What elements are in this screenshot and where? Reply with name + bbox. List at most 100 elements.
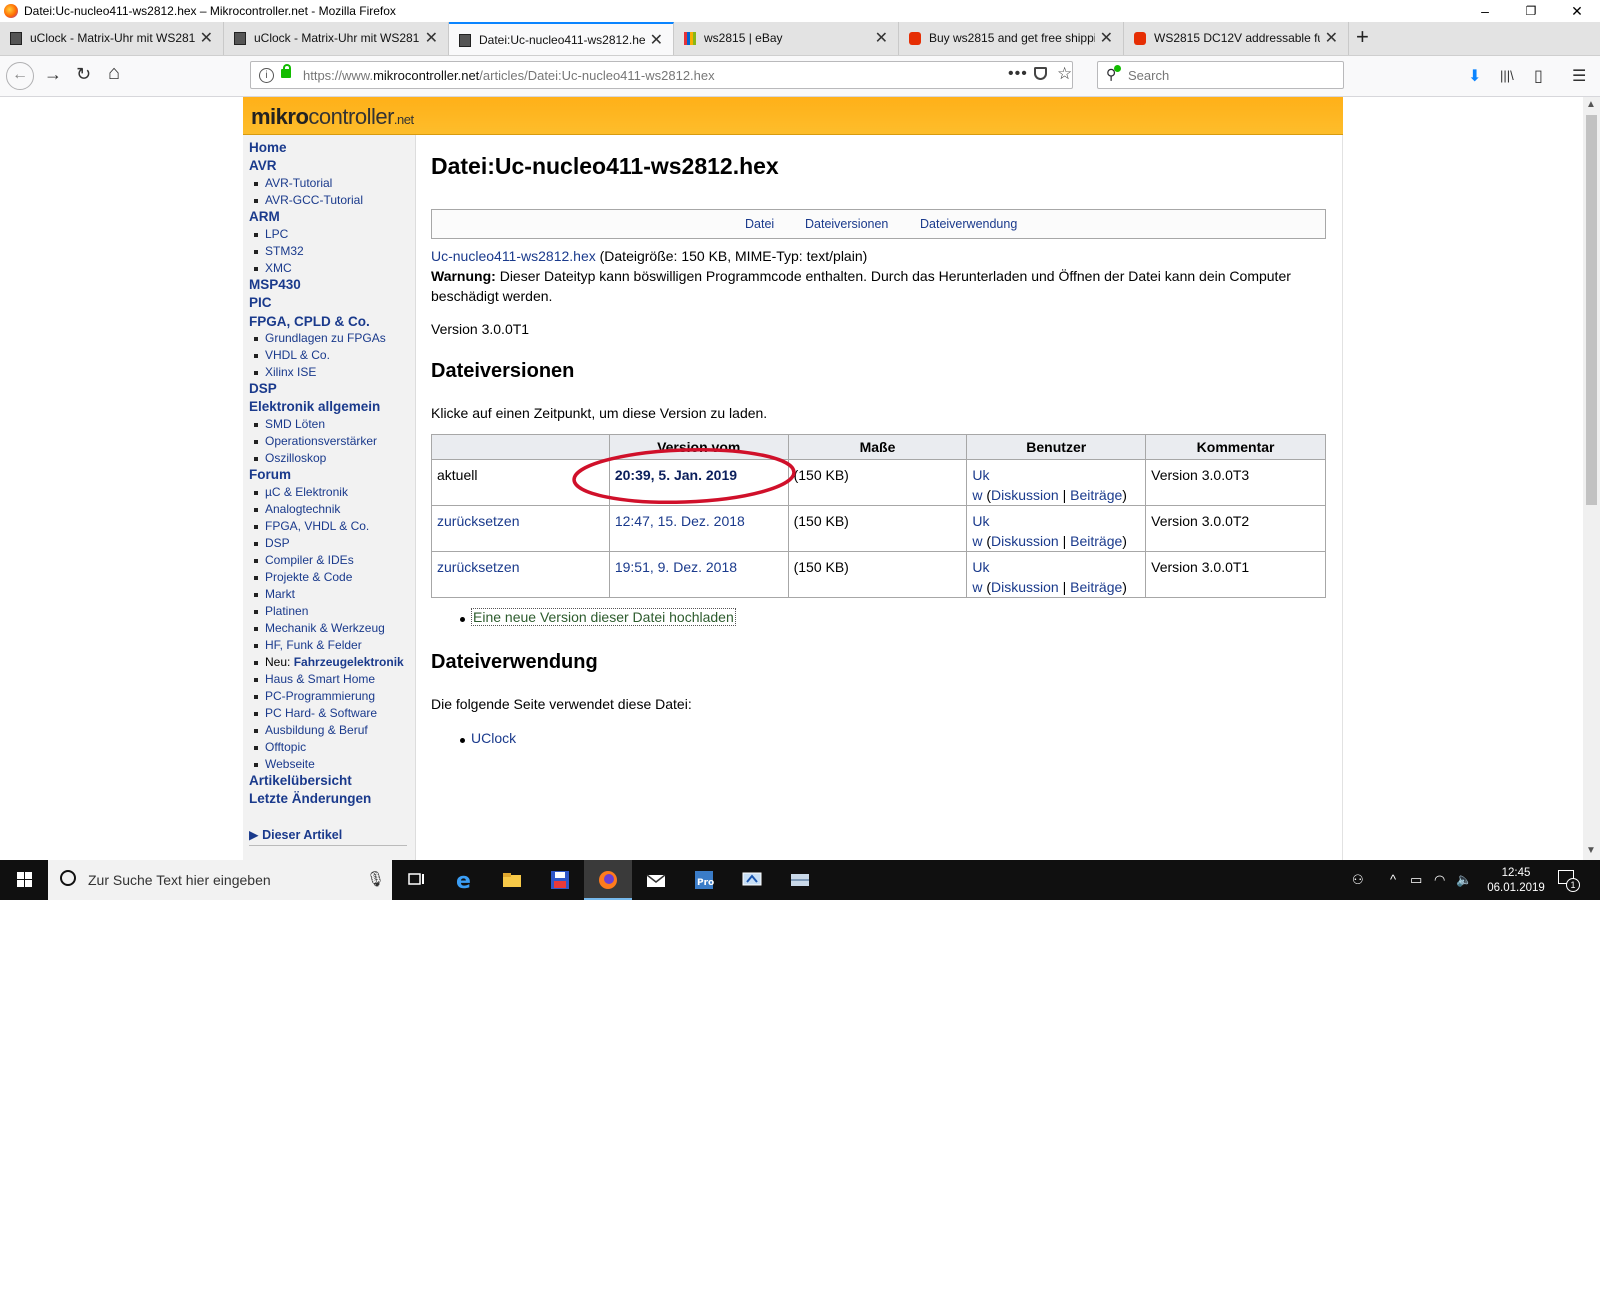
sidebar-item-forum-markt[interactable]: Markt	[254, 587, 295, 601]
sidebar-item-dieser-artikel[interactable]: ▶ Dieser Artikel	[249, 827, 342, 842]
taskbar-app-firefox[interactable]	[584, 860, 632, 900]
browser-tab[interactable]: WS2815 DC12V addressable full ✕	[1124, 22, 1349, 55]
version-date-link[interactable]: 12:47, 15. Dez. 2018	[615, 513, 745, 529]
talk-link[interactable]: Diskussion	[991, 487, 1059, 503]
tab-close-icon[interactable]: ✕	[200, 28, 213, 48]
sidebar-item-fpga-grundlagen[interactable]: Grundlagen zu FPGAs	[254, 331, 386, 345]
sidebar-item-xmc[interactable]: XMC	[254, 261, 292, 275]
site-info-icon[interactable]: i	[259, 68, 274, 83]
tab-close-icon[interactable]: ✕	[875, 28, 888, 48]
sidebar-item-avr-gcc-tutorial[interactable]: AVR-GCC-Tutorial	[253, 193, 363, 207]
revert-link[interactable]: zurücksetzen	[437, 559, 519, 575]
taskbar-app-remote[interactable]	[728, 860, 776, 900]
sidebar-item-forum-uc[interactable]: µC & Elektronik	[254, 485, 348, 499]
microphone-icon[interactable]: 🎙	[366, 870, 385, 888]
task-view-button[interactable]	[392, 860, 440, 900]
restore-button[interactable]: ❐	[1508, 0, 1554, 22]
sidebar-item-forum-platinen[interactable]: Platinen	[253, 604, 308, 618]
tab-close-icon[interactable]: ✕	[650, 30, 663, 50]
user-link[interactable]: w	[972, 579, 982, 595]
sidebar-item-opamp[interactable]: Operationsverstärker	[253, 434, 377, 448]
version-date[interactable]: 20:39, 5. Jan. 2019	[615, 467, 737, 483]
library-icon[interactable]: |||\	[1500, 68, 1514, 83]
talk-link[interactable]: Diskussion	[991, 579, 1059, 595]
wifi-icon[interactable]: ◠	[1434, 872, 1445, 888]
sidebar-item-forum-dsp[interactable]: DSP	[254, 536, 290, 550]
sidebar-item-forum-fahrzeug[interactable]: Neu: Fahrzeugelektronik	[254, 655, 404, 669]
contributions-link[interactable]: Beiträge	[1070, 487, 1122, 503]
sidebar-item-vhdl[interactable]: VHDL & Co.	[254, 348, 330, 362]
sidebar-item-forum-webseite[interactable]: Webseite	[254, 757, 315, 771]
close-window-button[interactable]: ✕	[1554, 0, 1600, 22]
url-bar[interactable]: i https://www.mikrocontroller.net/articl…	[250, 61, 1073, 89]
tab-dateiverwendung[interactable]: Dateiverwendung	[920, 217, 1017, 231]
taskbar-app-save[interactable]	[536, 860, 584, 900]
taskbar-app-mail[interactable]	[632, 860, 680, 900]
sidebar-item-forum[interactable]: Forum	[249, 467, 291, 482]
sidebar-item-msp430[interactable]: MSP430	[249, 277, 301, 292]
forward-button[interactable]: →	[44, 64, 62, 85]
browser-tab-active[interactable]: Datei:Uc-nucleo411-ws2812.he ✕	[449, 22, 674, 55]
sidebar-item-letzte[interactable]: Letzte Änderungen	[249, 791, 371, 806]
file-link[interactable]: Uc-nucleo411-ws2812.hex	[431, 248, 596, 264]
tab-datei[interactable]: Datei	[745, 217, 774, 231]
url-text[interactable]: https://www.mikrocontroller.net/articles…	[303, 68, 715, 83]
tab-dateiversionen[interactable]: Dateiversionen	[805, 217, 888, 231]
user-link[interactable]: Uk	[972, 559, 989, 575]
start-button[interactable]	[0, 860, 48, 900]
taskbar-search-input[interactable]: Zur Suche Text hier eingeben	[88, 872, 271, 888]
sidebar-item-artikel[interactable]: Artikelübersicht	[249, 773, 352, 788]
upload-new-version-link[interactable]: Eine neue Version dieser Datei hochladen	[471, 608, 736, 626]
sidebar-item-arm[interactable]: ARM	[249, 209, 280, 224]
volume-icon[interactable]: 🔈	[1456, 872, 1472, 888]
back-button[interactable]: ←	[6, 62, 34, 90]
sidebar-item-forum-offtopic[interactable]: Offtopic	[253, 740, 306, 754]
taskbar-app-scanner[interactable]	[776, 860, 824, 900]
user-link[interactable]: Uk	[972, 467, 989, 483]
sidebar-item-smd[interactable]: SMD Löten	[253, 417, 325, 431]
sidebar-item-pic[interactable]: PIC	[249, 295, 272, 310]
taskbar-app-explorer[interactable]	[488, 860, 536, 900]
tab-close-icon[interactable]: ✕	[1325, 28, 1338, 48]
people-icon[interactable]: ⚇	[1352, 872, 1364, 888]
site-logo[interactable]: mikrocontroller.net	[251, 104, 414, 130]
page-actions-icon[interactable]: •••	[1008, 65, 1028, 83]
sidebar-toggle-icon[interactable]: ▯	[1534, 66, 1543, 86]
sidebar-item-forum-hf[interactable]: HF, Funk & Felder	[254, 638, 362, 652]
taskbar-app-edge[interactable]: e	[440, 860, 488, 900]
sidebar-item-fpga[interactable]: FPGA, CPLD & Co.	[249, 314, 370, 329]
sidebar-item-oszi[interactable]: Oszilloskop	[253, 451, 326, 465]
contributions-link[interactable]: Beiträge	[1070, 533, 1122, 549]
pocket-icon[interactable]	[1034, 67, 1047, 80]
version-date-link[interactable]: 19:51, 9. Dez. 2018	[615, 559, 737, 575]
chevron-up-icon[interactable]: ^	[1390, 872, 1396, 887]
sidebar-item-xilinx[interactable]: Xilinx ISE	[253, 365, 316, 379]
search-bar[interactable]: ⚲ Search	[1097, 61, 1344, 89]
sidebar-item-forum-ausbildung[interactable]: Ausbildung & Beruf	[254, 723, 368, 737]
menu-icon[interactable]: ☰	[1572, 66, 1586, 86]
sidebar-item-forum-pcprog[interactable]: PC-Programmierung	[253, 689, 375, 703]
user-link[interactable]: Uk	[972, 513, 989, 529]
reload-button[interactable]: ↻	[76, 64, 91, 85]
sidebar-item-forum-analog[interactable]: Analogtechnik	[253, 502, 340, 516]
version-date-link[interactable]: 20:39, 5. Jan. 2019	[608, 459, 789, 506]
minimize-button[interactable]: –	[1462, 0, 1508, 22]
sidebar-item-forum-projekte[interactable]: Projekte & Code	[253, 570, 352, 584]
sidebar-item-elektronik[interactable]: Elektronik allgemein	[249, 399, 380, 414]
taskbar-search[interactable]: Zur Suche Text hier eingeben 🎙	[48, 860, 392, 900]
sidebar-item-home[interactable]: Home	[249, 140, 287, 155]
sidebar-item-forum-haus[interactable]: Haus & Smart Home	[253, 672, 375, 686]
scroll-down-icon[interactable]: ▼	[1586, 845, 1596, 856]
sidebar-item-dsp[interactable]: DSP	[249, 381, 277, 396]
home-button[interactable]: ⌂	[108, 62, 120, 85]
contributions-link[interactable]: Beiträge	[1070, 579, 1122, 595]
tab-close-icon[interactable]: ✕	[1100, 28, 1113, 48]
user-link[interactable]: w	[972, 533, 982, 549]
browser-tab[interactable]: uClock - Matrix-Uhr mit WS281 ✕	[224, 22, 449, 55]
bookmark-star-icon[interactable]: ☆	[1057, 64, 1072, 84]
scroll-up-icon[interactable]: ▲	[1586, 99, 1596, 110]
usage-page-link[interactable]: UClock	[471, 730, 516, 746]
talk-link[interactable]: Diskussion	[991, 533, 1059, 549]
browser-tab[interactable]: uClock - Matrix-Uhr mit WS281 ✕	[0, 22, 224, 55]
vertical-scrollbar[interactable]: ▲ ▼	[1583, 97, 1600, 860]
